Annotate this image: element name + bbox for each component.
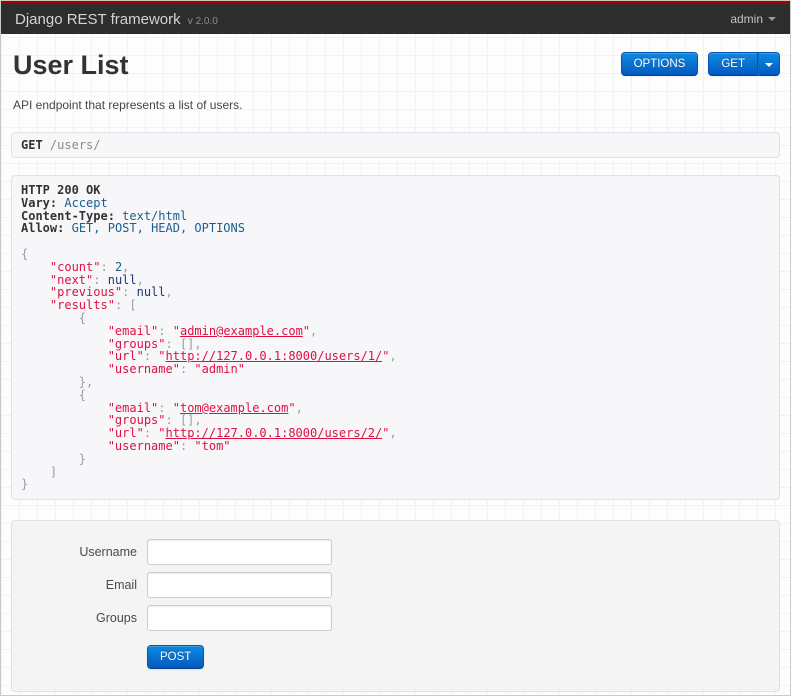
navbar: Django REST framework v 2.0.0 admin [1, 4, 790, 34]
browsable-api-page: Django REST framework v 2.0.0 admin OPTI… [0, 0, 791, 696]
post-button[interactable]: POST [147, 645, 205, 670]
groups-label: Groups [96, 611, 137, 626]
email-field[interactable] [147, 572, 332, 599]
version-label: v 2.0.0 [187, 15, 218, 27]
json-token-pun: : [ [114, 298, 137, 313]
json-token-pun: , [389, 426, 397, 441]
json-token-str: "username" [107, 438, 180, 453]
json-token-pun: , [310, 323, 318, 338]
json-token-str: " [382, 426, 390, 441]
json-token-pun: } [78, 451, 87, 466]
response-panel: HTTP 200 OK Vary: Accept Content-Type: t… [11, 175, 780, 501]
form-actions: POST [32, 645, 759, 670]
user-menu-dropdown[interactable]: admin [730, 12, 776, 26]
brand-label: Django REST framework [15, 10, 181, 28]
options-button[interactable]: OPTIONS [620, 52, 699, 76]
json-token-str: " [382, 349, 390, 364]
form-row-email: Email [32, 572, 759, 599]
form-row-groups: Groups [32, 605, 759, 632]
json-token-kwd: null [136, 285, 166, 300]
groups-field[interactable] [147, 605, 332, 632]
response-body: HTTP 200 OK Vary: Accept Content-Type: t… [21, 184, 770, 491]
json-token-pun: ] [49, 464, 58, 479]
action-buttons: OPTIONS GET [620, 52, 780, 76]
json-token-str: "tom" [194, 438, 231, 453]
username-field[interactable] [147, 539, 332, 566]
form-rows: Username Email Groups [32, 539, 759, 632]
get-dropdown-toggle[interactable] [758, 52, 780, 76]
json-token-pun: , [165, 285, 173, 300]
json-token-hdr: Allow: [21, 221, 65, 236]
json-token-pun: , [295, 400, 303, 415]
json-token-str: "admin" [194, 362, 245, 377]
json-token-pun: , [389, 349, 397, 364]
request-path: /users/ [49, 138, 101, 152]
page-header: OPTIONS GET User List [11, 50, 780, 80]
json-token-str: " [288, 400, 296, 415]
json-token-pln [64, 221, 71, 235]
json-token-str: "username" [107, 362, 180, 377]
request-method: GET [21, 138, 43, 152]
post-form: Username Email Groups POST [11, 520, 780, 693]
email-label: Email [105, 578, 137, 593]
caret-down-icon [768, 17, 776, 21]
json-token-pun: : [179, 438, 195, 453]
json-token-lit: GET, POST, HEAD, OPTIONS [71, 221, 245, 236]
endpoint-description: API endpoint that represents a list of u… [13, 98, 243, 112]
brand-title: Django REST framework v 2.0.0 [15, 11, 218, 28]
main-content: OPTIONS GET User List API endpoint that … [1, 50, 790, 693]
get-split-button: GET [708, 52, 780, 76]
request-bar: GET /users/ [11, 132, 780, 158]
json-token-pun: : [179, 362, 195, 377]
username-label: Username [79, 545, 137, 560]
form-row-username: Username [32, 539, 759, 566]
user-menu-label: admin [730, 12, 763, 26]
get-button[interactable]: GET [708, 52, 758, 76]
json-token-pun: } [21, 477, 29, 492]
caret-down-icon [765, 63, 773, 67]
json-token-str: " [302, 323, 311, 338]
